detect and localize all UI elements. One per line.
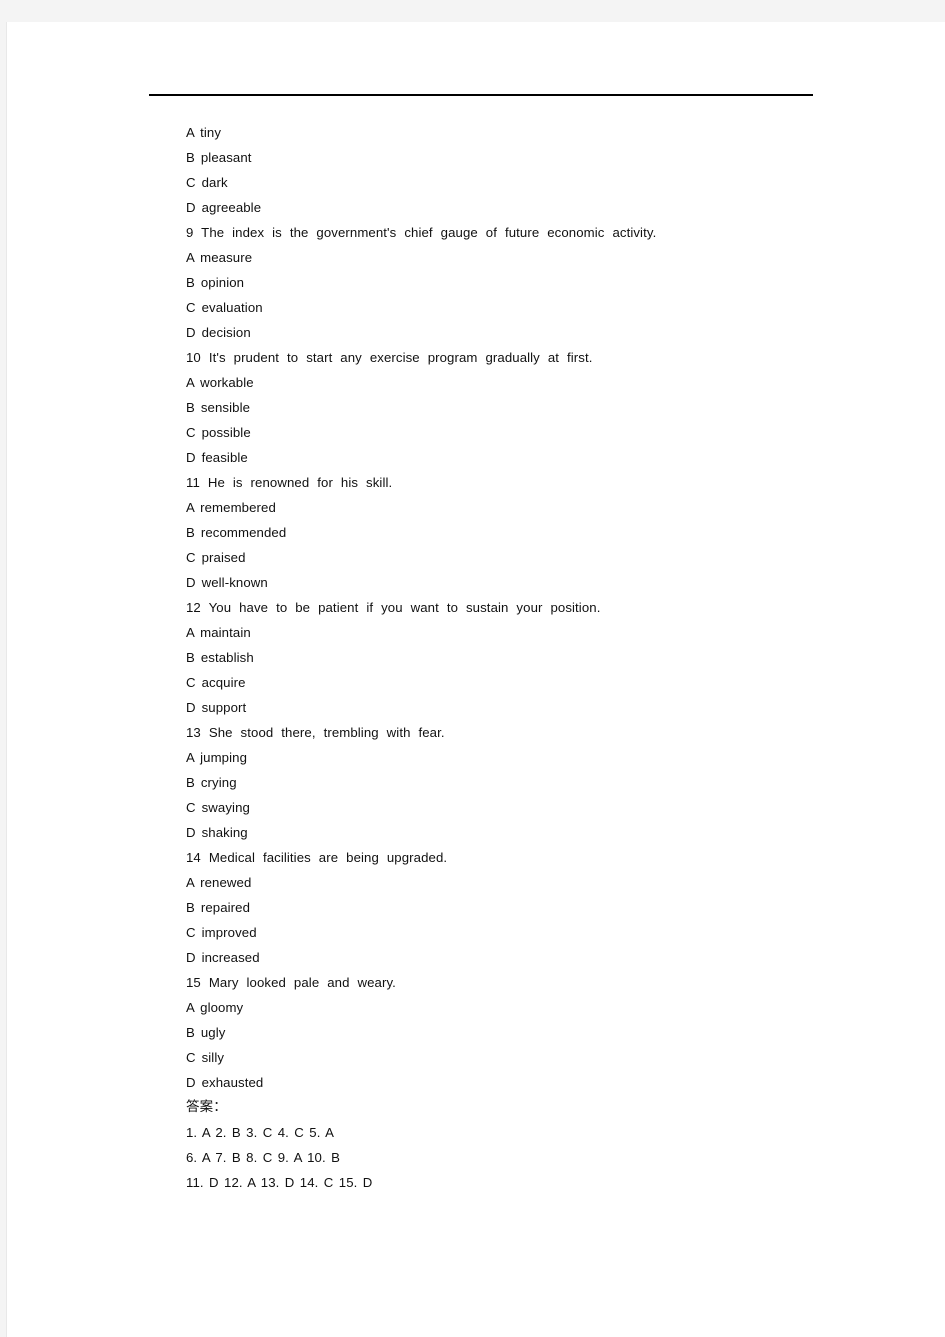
option-line: D well-known <box>186 575 268 590</box>
option-line: B repaired <box>186 900 251 915</box>
question-line: 11 He is renowned for his skill. <box>186 475 393 490</box>
option-line: A jumping <box>186 750 248 765</box>
option-line: B pleasant <box>186 150 252 165</box>
option-line: C swaying <box>186 800 250 815</box>
option-line: A workable <box>186 375 254 390</box>
document-body: A tiny B pleasant C dark D agreeable 9 The i… <box>186 120 886 1195</box>
question-line: 13 She stood there, trembling with fear. <box>186 725 445 740</box>
answer-key-line: 11. D 12. A 13. D 14. C 15. D <box>186 1175 373 1190</box>
option-line: A remembered <box>186 500 276 515</box>
option-line: C praised <box>186 550 246 565</box>
document-page: A tiny B pleasant C dark D agreeable 9 The i… <box>6 22 945 1337</box>
option-line: C improved <box>186 925 257 940</box>
option-line: D exhausted <box>186 1075 264 1090</box>
question-line: 15 Mary looked pale and weary. <box>186 975 396 990</box>
answer-key-heading: 答案： <box>186 1099 227 1115</box>
option-line: A tiny <box>186 125 222 140</box>
option-line: B opinion <box>186 275 245 290</box>
option-line: C possible <box>186 425 251 440</box>
answer-key-line: 1. A 2. B 3. C 4. C 5. A <box>186 1125 335 1140</box>
option-line: D shaking <box>186 825 248 840</box>
option-line: D support <box>186 700 247 715</box>
option-line: C evaluation <box>186 300 263 315</box>
option-line: A renewed <box>186 875 252 890</box>
option-line: C silly <box>186 1050 225 1065</box>
option-line: D feasible <box>186 450 248 465</box>
header-divider-rule <box>149 94 813 96</box>
option-line: A gloomy <box>186 1000 244 1015</box>
option-line: B establish <box>186 650 254 665</box>
option-line: B crying <box>186 775 237 790</box>
option-line: B sensible <box>186 400 251 415</box>
question-line: 12 You have to be patient if you want to… <box>186 600 601 615</box>
question-line: 10 It's prudent to start any exercise pr… <box>186 350 593 365</box>
option-line: C dark <box>186 175 228 190</box>
option-line: B ugly <box>186 1025 226 1040</box>
option-line: C acquire <box>186 675 246 690</box>
option-line: A measure <box>186 250 253 265</box>
question-line: 14 Medical facilities are being upgraded… <box>186 850 448 865</box>
option-line: B recommended <box>186 525 287 540</box>
option-line: D decision <box>186 325 251 340</box>
question-line: 9 The index is the government's chief ga… <box>186 225 657 240</box>
option-line: A maintain <box>186 625 251 640</box>
option-line: D agreeable <box>186 200 262 215</box>
answer-key-line: 6. A 7. B 8. C 9. A 10. B <box>186 1150 340 1165</box>
option-line: D increased <box>186 950 260 965</box>
